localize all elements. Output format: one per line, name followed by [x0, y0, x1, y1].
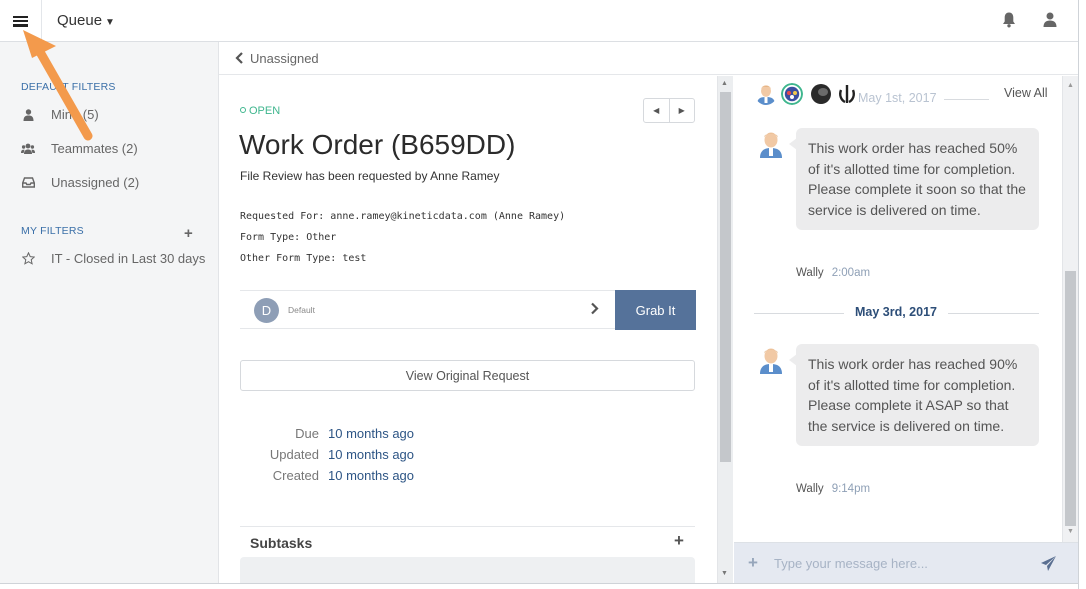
- next-button[interactable]: ▶: [670, 99, 695, 122]
- message-time: 9:14pm: [831, 483, 871, 495]
- chat-scrollbar[interactable]: ▲ ▼: [1062, 76, 1078, 542]
- add-filter-button[interactable]: +: [184, 225, 193, 242]
- top-bar: Queue ▼: [0, 0, 1078, 42]
- date-key: Created: [272, 468, 319, 483]
- date-value: 10 months ago: [328, 447, 415, 462]
- message-bubble: This work order has reached 90% of it's …: [789, 344, 1039, 446]
- sidebar-item-teammates[interactable]: Teammates (2): [21, 141, 138, 156]
- date-separator-label: May 1st, 2017: [858, 91, 937, 105]
- assigned-team-label: Default: [288, 305, 315, 315]
- date-value: 10 months ago: [328, 426, 415, 441]
- queue-label: Queue: [57, 12, 103, 29]
- chevron-left-icon: [235, 52, 243, 64]
- message-input[interactable]: [774, 548, 1024, 578]
- message-composer: +: [734, 542, 1078, 583]
- caret-down-icon: ▼: [105, 17, 115, 28]
- view-original-request-button[interactable]: View Original Request: [240, 360, 695, 391]
- sidebar-item-unassigned[interactable]: Unassigned (2): [21, 175, 139, 190]
- date-separator: May 3rd, 2017: [754, 305, 1039, 321]
- scroll-down-icon[interactable]: ▼: [1067, 528, 1074, 535]
- field-requested-for: Requested For: anne.ramey@kineticdata.co…: [240, 211, 566, 222]
- queue-dropdown[interactable]: Queue ▼: [57, 12, 115, 29]
- sidebar-item-it-closed[interactable]: IT - Closed in Last 30 days: [21, 251, 205, 266]
- status-dot-icon: [240, 107, 246, 113]
- request-summary: File Review has been requested by Anne R…: [240, 169, 500, 183]
- status-badge: OPEN: [240, 105, 280, 117]
- sender-name: Wally: [796, 267, 824, 279]
- sender-avatar-wally: [760, 132, 782, 158]
- user-icon[interactable]: [1042, 11, 1058, 29]
- my-filters-heading: MY FILTERS: [21, 225, 84, 237]
- menu-toggle-button[interactable]: [0, 0, 42, 42]
- discussion-panel: May 1st, 2017 View All This work order h…: [734, 76, 1062, 542]
- message-time: 2:00am: [831, 267, 871, 279]
- window-edge: [0, 583, 1078, 589]
- caret-right-icon: ▶: [678, 106, 685, 115]
- hamburger-icon: [13, 15, 28, 27]
- sidebar-item-label: Teammates (2): [51, 141, 138, 156]
- date-separator-label: May 3rd, 2017: [855, 305, 937, 319]
- sender-name: Wally: [796, 483, 824, 495]
- message-meta: Wally 9:14pm: [796, 483, 870, 495]
- add-subtask-button[interactable]: +: [674, 531, 684, 551]
- scroll-up-icon[interactable]: ▲: [1067, 82, 1074, 89]
- attach-button[interactable]: +: [748, 553, 758, 573]
- subtasks-title: Subtasks: [250, 535, 313, 551]
- previous-button[interactable]: ◀: [644, 99, 670, 122]
- star-icon: [21, 252, 35, 266]
- sidebar: DEFAULT FILTERS Mine (5) Teammates (2) U…: [0, 42, 219, 589]
- date-value: 10 months ago: [328, 468, 415, 483]
- message-meta: Wally 2:00am: [796, 267, 870, 279]
- message-bubble: This work order has reached 50% of it's …: [789, 128, 1039, 230]
- field-other-form-type: Other Form Type: test: [240, 253, 367, 264]
- sidebar-item-label: IT - Closed in Last 30 days: [51, 251, 206, 266]
- sidebar-item-label: Unassigned (2): [51, 175, 140, 190]
- scrollbar-thumb[interactable]: [1065, 271, 1076, 526]
- sidebar-item-label: Mine (5): [51, 107, 99, 122]
- detail-scrollbar[interactable]: ▲ ▼: [717, 76, 733, 589]
- bell-icon[interactable]: [1001, 11, 1017, 29]
- subtasks-header: Subtasks +: [240, 526, 695, 556]
- date-key: Due: [295, 426, 319, 441]
- page-title: Work Order (B659DD): [239, 129, 516, 160]
- view-all-link[interactable]: View All: [1004, 86, 1048, 100]
- pager: ◀ ▶: [643, 98, 695, 123]
- avatar: D: [254, 298, 279, 323]
- sender-avatar-wally: [760, 348, 782, 374]
- work-order-detail: OPEN ◀ ▶ Work Order (B659DD) File Review…: [219, 76, 717, 589]
- status-label: OPEN: [249, 105, 281, 117]
- inbox-icon: [21, 176, 35, 190]
- grab-it-button[interactable]: Grab It: [615, 290, 696, 330]
- chevron-right-icon[interactable]: [590, 302, 599, 320]
- breadcrumb: Unassigned: [219, 42, 1078, 75]
- breadcrumb-label: Unassigned: [250, 51, 319, 66]
- sidebar-item-mine[interactable]: Mine (5): [21, 107, 99, 122]
- window-edge: [1078, 0, 1086, 589]
- send-icon[interactable]: [1040, 555, 1057, 572]
- scroll-up-icon[interactable]: ▲: [721, 80, 728, 87]
- field-form-type: Form Type: Other: [240, 232, 337, 243]
- user-icon: [21, 108, 35, 122]
- scroll-down-icon[interactable]: ▼: [721, 570, 728, 577]
- back-to-unassigned-link[interactable]: Unassigned: [235, 51, 319, 66]
- assignment-row[interactable]: D Default Grab It: [240, 290, 696, 330]
- default-filters-heading: DEFAULT FILTERS: [21, 81, 116, 93]
- users-icon: [21, 142, 35, 156]
- scrollbar-thumb[interactable]: [720, 92, 731, 462]
- caret-left-icon: ◀: [653, 106, 660, 115]
- date-key: Updated: [269, 447, 319, 462]
- date-separator: May 1st, 2017: [754, 91, 1039, 107]
